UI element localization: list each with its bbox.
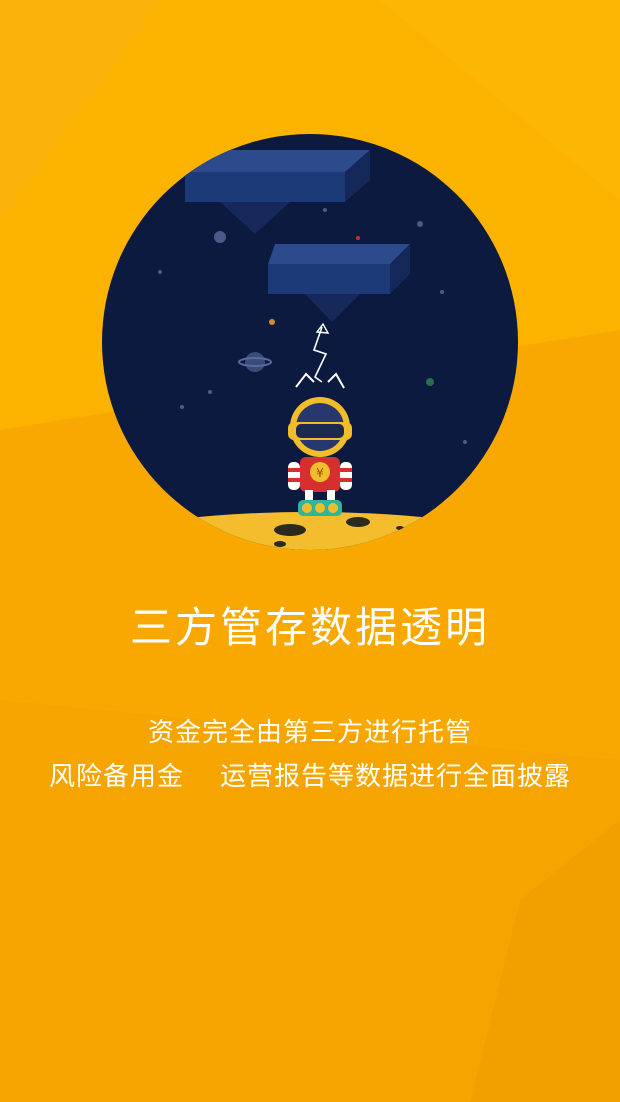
space-illustration: ¥ [102, 134, 518, 550]
svg-text:¥: ¥ [316, 466, 324, 480]
description-line-2: 风险备用金 运营报告等数据进行全面披露 [0, 758, 620, 796]
description-line-2-part-1: 风险备用金 [48, 762, 184, 792]
moon-surface [110, 512, 510, 550]
description-line-1: 资金完全由第三方进行托管 [147, 718, 472, 748]
description-line-2-part-2: 运营报告等数据进行全面披露 [220, 762, 572, 792]
page-title: 三方管存数据透明 [129, 603, 490, 652]
